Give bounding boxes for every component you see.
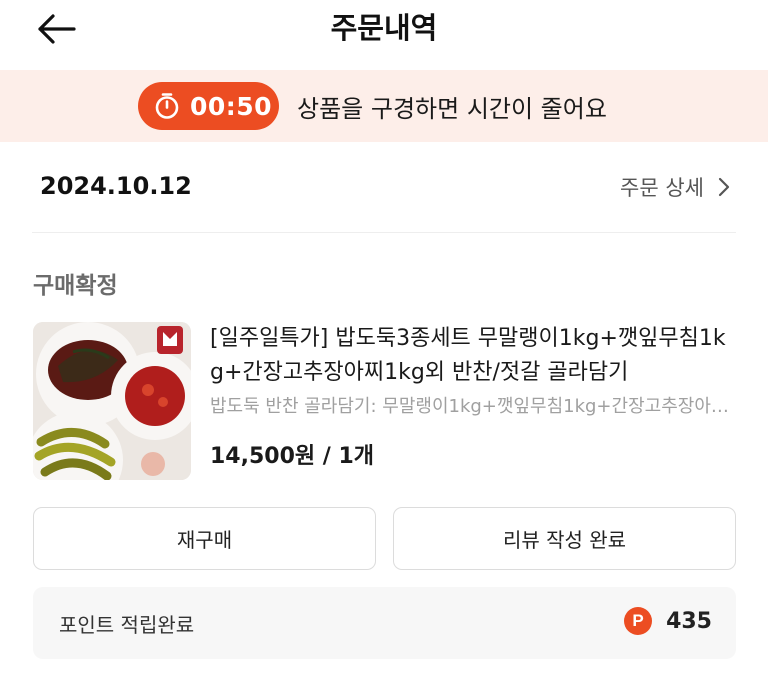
product-option: 밥도둑 반찬 골라담기: 무말랭이1kg+깻잎무침1kg+간장고추장아찌1kg — [210, 396, 735, 417]
timer-banner: 00:50 상품을 구경하면 시간이 줄어요 — [0, 70, 768, 142]
timer-value: 00:50 — [190, 91, 273, 121]
points-label: 포인트 적립완료 — [59, 613, 195, 637]
chevron-right-icon — [718, 177, 730, 197]
stopwatch-icon — [152, 91, 182, 121]
timer-message: 상품을 구경하면 시간이 줄어요 — [297, 94, 607, 123]
divider — [32, 232, 736, 233]
points-summary: 포인트 적립완료 P 435 — [33, 587, 736, 659]
product-price: 14,500원 / 1개 — [210, 444, 375, 469]
product-item[interactable]: [일주일특가] 밥도둑3종세트 무말랭이1kg+깻잎무침1kg+간장고추장아찌1… — [33, 322, 735, 482]
page-title: 주문내역 — [330, 11, 438, 45]
product-title: [일주일특가] 밥도둑3종세트 무말랭이1kg+깻잎무침1kg+간장고추장아찌1… — [210, 326, 726, 385]
header: 주문내역 — [0, 0, 768, 70]
point-coin-icon: P — [624, 607, 653, 635]
timer-badge[interactable]: 00:50 — [138, 82, 279, 130]
order-detail-label: 주문 상세 — [620, 176, 704, 200]
product-thumbnail — [33, 322, 191, 480]
order-detail-link[interactable]: 주문 상세 — [620, 172, 730, 202]
points-amount: P 435 — [624, 607, 712, 635]
points-value: 435 — [666, 608, 712, 634]
review-complete-button[interactable]: 리뷰 작성 완료 — [393, 507, 736, 570]
order-status: 구매확정 — [33, 273, 118, 299]
order-date: 2024.10.12 — [40, 172, 192, 200]
order-header: 2024.10.12 주문 상세 — [0, 142, 768, 234]
product-info: [일주일특가] 밥도둑3종세트 무말랭이1kg+깻잎무침1kg+간장고추장아찌1… — [210, 322, 735, 470]
rebuy-button[interactable]: 재구매 — [33, 507, 376, 570]
